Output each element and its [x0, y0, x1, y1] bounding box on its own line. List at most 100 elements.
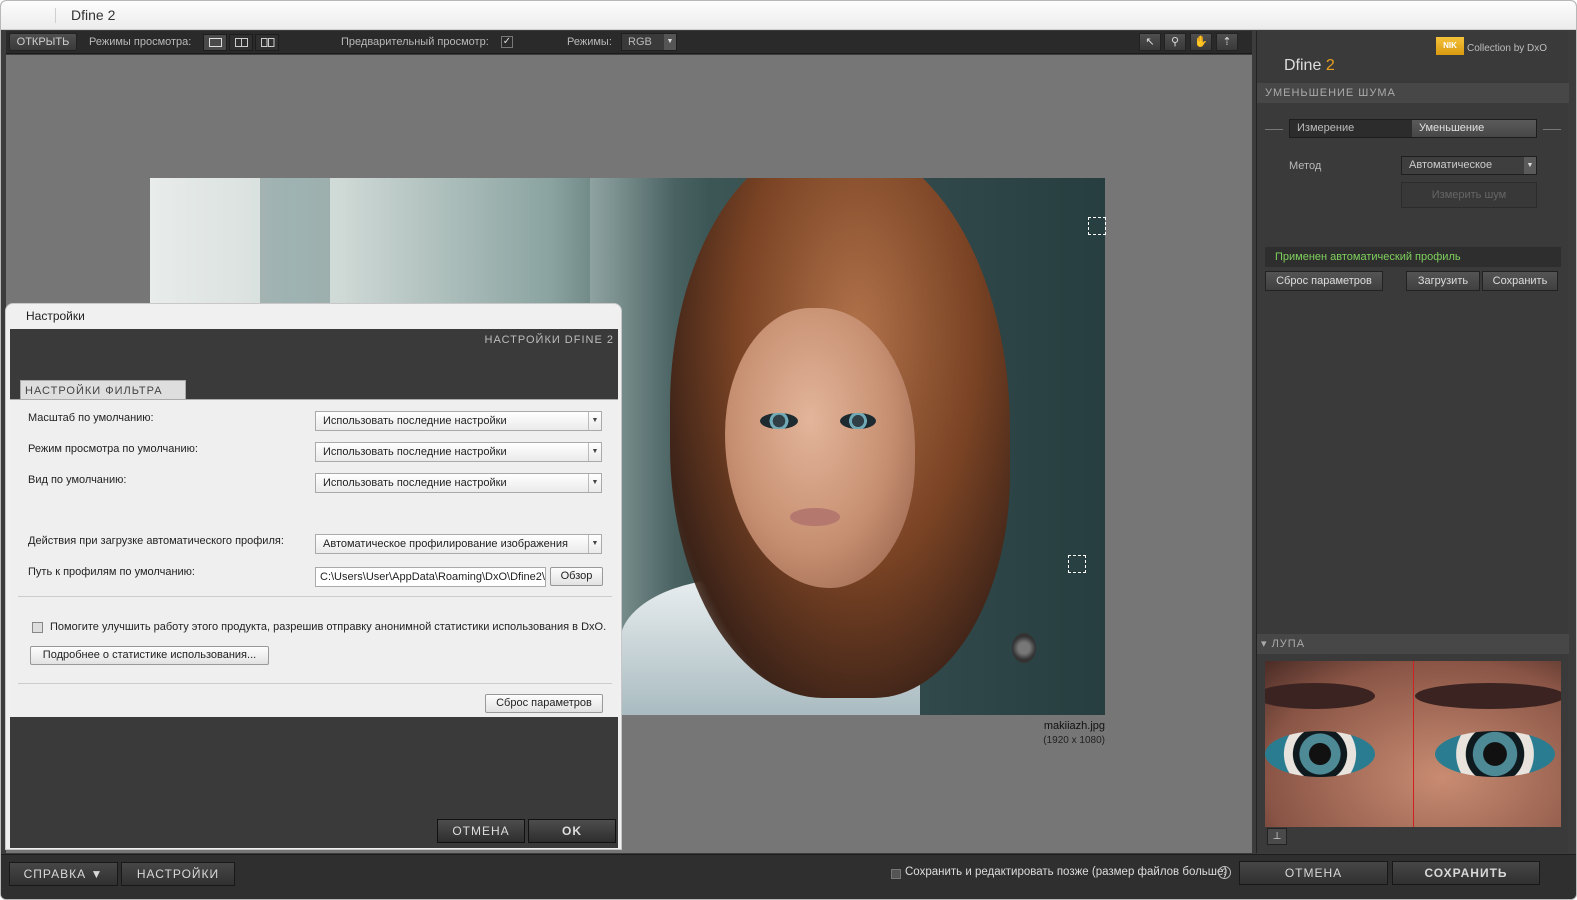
- tab-reduce[interactable]: Уменьшение: [1412, 120, 1536, 137]
- stats-checkbox[interactable]: [32, 622, 43, 633]
- profile-path-input[interactable]: C:\Users\User\AppData\Roaming\DxO\Dfine2…: [315, 567, 546, 587]
- loupe-pin-button[interactable]: ⊥: [1267, 828, 1287, 845]
- zoom-tool-icon: ⚲: [1170, 36, 1180, 48]
- help-icon[interactable]: ?: [1218, 866, 1231, 879]
- measure-noise-button[interactable]: Измерить шум: [1401, 182, 1537, 208]
- nik-logo: NIK: [1436, 37, 1464, 55]
- side-by-side-view-icon: [261, 38, 275, 47]
- chevron-down-icon: ▼: [588, 412, 601, 430]
- top-toolbar: ОТКРЫТЬ Режимы просмотра: Предварительны…: [6, 31, 1252, 54]
- loupe-header[interactable]: ▾ ЛУПА: [1257, 634, 1569, 654]
- dialog-cancel-button[interactable]: ОТМЕНА: [437, 819, 525, 843]
- tab-divider-left: [1265, 129, 1283, 130]
- modes-label: Режимы:: [567, 36, 612, 48]
- stats-more-button[interactable]: Подробнее о статистике использования...: [30, 646, 269, 665]
- divider: [18, 596, 612, 597]
- split-view-button[interactable]: [229, 34, 253, 51]
- zoom-tool-button[interactable]: ⚲: [1164, 33, 1186, 51]
- tab-filter-settings[interactable]: НАСТРОЙКИ ФИЛЬТРА: [20, 380, 186, 400]
- dialog-reset-button[interactable]: Сброс параметров: [485, 694, 603, 713]
- dialog-header-title: НАСТРОЙКИ DFINE 2: [484, 334, 614, 346]
- chevron-down-icon: ▼: [1524, 157, 1536, 174]
- profile-status: Применен автоматический профиль: [1265, 247, 1561, 267]
- default-scale-value: Использовать последние настройки: [323, 415, 507, 427]
- default-view-select[interactable]: Использовать последние настройки ▼: [315, 473, 602, 493]
- auto-profile-label: Действия при загрузке автоматического пр…: [28, 535, 284, 547]
- app-name: Dfine 2: [1284, 57, 1335, 75]
- chevron-down-icon: ▼: [588, 443, 601, 461]
- arrow-tool-button[interactable]: ↖: [1139, 33, 1161, 51]
- method-label: Метод: [1289, 160, 1322, 172]
- view-modes-label: Режимы просмотра:: [89, 36, 192, 48]
- default-scale-label: Масштаб по умолчанию:: [28, 412, 154, 424]
- image-dimensions: (1920 x 1080): [1043, 735, 1105, 746]
- preview-checkbox[interactable]: ✓: [501, 36, 513, 48]
- settings-button[interactable]: НАСТРОЙКИ: [121, 862, 235, 886]
- arrow-tool-icon: ↖: [1145, 36, 1155, 48]
- loupe-collapse-icon: ▾: [1261, 638, 1272, 650]
- image-eye-left: [760, 413, 798, 429]
- measurement-region-1[interactable]: [1088, 217, 1106, 235]
- stats-checkbox-label: Помогите улучшить работу этого продукта,…: [50, 621, 607, 633]
- help-button[interactable]: СПРАВКА ▼: [9, 862, 118, 886]
- mode-tabs: Измерение Уменьшение: [1289, 119, 1537, 138]
- mode-select[interactable]: RGB ▼: [621, 33, 677, 51]
- hand-tool-icon: ✋: [1194, 36, 1208, 48]
- settings-dialog: Настройки НАСТРОЙКИ DFINE 2 НАСТРОЙКИ ФИ…: [5, 303, 622, 850]
- auto-profile-value: Автоматическое профилирование изображени…: [323, 538, 568, 550]
- title-separator: [55, 8, 56, 23]
- brand-label: Collection by DxO: [1467, 43, 1548, 54]
- loupe-eye-left: [1265, 731, 1375, 777]
- load-button[interactable]: Загрузить: [1406, 271, 1480, 291]
- single-view-icon: [209, 38, 222, 47]
- preview-label: Предварительный просмотр:: [341, 36, 489, 48]
- loupe-title: ЛУПА: [1271, 638, 1306, 650]
- profile-path-label: Путь к профилям по умолчанию:: [28, 566, 195, 578]
- default-view-mode-value: Использовать последние настройки: [323, 446, 507, 458]
- dialog-ok-button[interactable]: OK: [528, 819, 616, 843]
- hand-tool-button[interactable]: ✋: [1190, 33, 1212, 51]
- mode-select-value: RGB: [628, 36, 652, 48]
- chevron-down-icon: ▼: [664, 34, 676, 50]
- loupe-view[interactable]: [1265, 661, 1561, 827]
- save-later-label: Сохранить и редактировать позже (размер …: [905, 866, 1228, 878]
- dialog-body: Масштаб по умолчанию: Использовать после…: [10, 399, 618, 717]
- measurement-region-2[interactable]: [1068, 555, 1086, 573]
- open-button[interactable]: ОТКРЫТЬ: [9, 33, 77, 51]
- default-scale-select[interactable]: Использовать последние настройки ▼: [315, 411, 602, 431]
- chevron-down-icon: ▼: [588, 535, 601, 553]
- bottom-bar: СПРАВКА ▼ НАСТРОЙКИ Сохранить и редактир…: [1, 854, 1576, 899]
- pin-tool-button[interactable]: ⇡: [1216, 33, 1238, 51]
- auto-profile-select[interactable]: Автоматическое профилирование изображени…: [315, 534, 602, 554]
- right-panel: NIK Collection by DxO Dfine 2 УМЕНЬШЕНИЕ…: [1256, 31, 1569, 853]
- default-view-mode-select[interactable]: Использовать последние настройки ▼: [315, 442, 602, 462]
- reset-params-button[interactable]: Сброс параметров: [1265, 271, 1383, 291]
- default-view-value: Использовать последние настройки: [323, 477, 507, 489]
- loupe-split-line[interactable]: [1413, 661, 1414, 827]
- side-by-side-view-button[interactable]: [255, 34, 279, 51]
- dialog-footer: ОТМЕНА OK: [10, 717, 618, 848]
- default-view-label: Вид по умолчанию:: [28, 474, 127, 486]
- loupe-brow-right: [1415, 683, 1561, 709]
- tab-divider-right: [1543, 129, 1561, 130]
- method-select-value: Автоматическое: [1409, 159, 1493, 171]
- browse-button[interactable]: Обзор: [550, 567, 603, 586]
- divider: [18, 683, 612, 684]
- cancel-button[interactable]: ОТМЕНА: [1239, 861, 1388, 885]
- pin-tool-icon: ⇡: [1222, 36, 1232, 48]
- noise-reduction-header[interactable]: УМЕНЬШЕНИЕ ШУМА: [1257, 83, 1569, 103]
- image-shirt-button: [1012, 633, 1036, 663]
- image-eye-right: [840, 413, 876, 429]
- save-profile-button[interactable]: Сохранить: [1482, 271, 1558, 291]
- save-later-checkbox[interactable]: [891, 869, 901, 879]
- save-button[interactable]: СОХРАНИТЬ: [1392, 861, 1540, 885]
- single-view-button[interactable]: [203, 34, 227, 51]
- method-select[interactable]: Автоматическое ▼: [1401, 156, 1537, 175]
- loupe-eye-right: [1435, 731, 1555, 777]
- app-window: Dfine 2 ОТКРЫТЬ Режимы просмотра: Предва…: [0, 0, 1577, 900]
- default-view-mode-label: Режим просмотра по умолчанию:: [28, 443, 198, 455]
- tab-measure[interactable]: Измерение: [1290, 120, 1412, 137]
- app-version: 2: [1325, 57, 1335, 74]
- pin-icon: ⊥: [1272, 831, 1282, 842]
- chevron-down-icon: ▼: [588, 474, 601, 492]
